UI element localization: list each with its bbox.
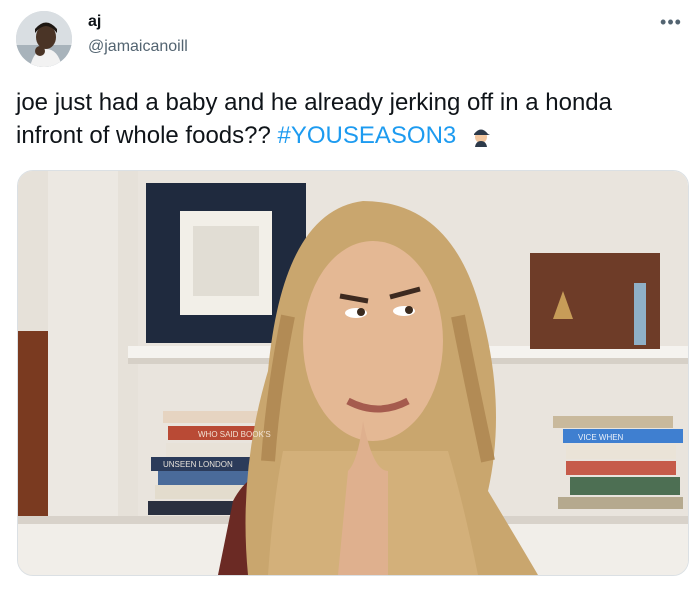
author-avatar[interactable] bbox=[16, 11, 72, 67]
tweet-text: joe just had a baby and he already jerki… bbox=[16, 86, 676, 152]
book-spine-title: WHO SAID BOOK'S bbox=[198, 430, 271, 439]
tweet-card: aj @jamaicanoill ••• joe just had a baby… bbox=[0, 0, 700, 589]
author-handle[interactable]: @jamaicanoill bbox=[88, 37, 188, 57]
book-spine-title: VICE WHEN bbox=[578, 433, 624, 442]
book-spine-title: UNSEEN LONDON bbox=[163, 460, 233, 469]
more-horizontal-icon: ••• bbox=[660, 12, 682, 32]
more-options-button[interactable]: ••• bbox=[656, 12, 686, 32]
tweet-photo[interactable]: WHO SAID BOOK'S UNSEEN LONDON VICE WHEN bbox=[17, 170, 689, 576]
avatar-image bbox=[16, 11, 72, 67]
author-display-name[interactable]: aj bbox=[88, 12, 101, 32]
cap-man-emoji-icon bbox=[469, 123, 493, 147]
hashtag-link[interactable]: #YOUSEASON3 bbox=[278, 122, 457, 149]
